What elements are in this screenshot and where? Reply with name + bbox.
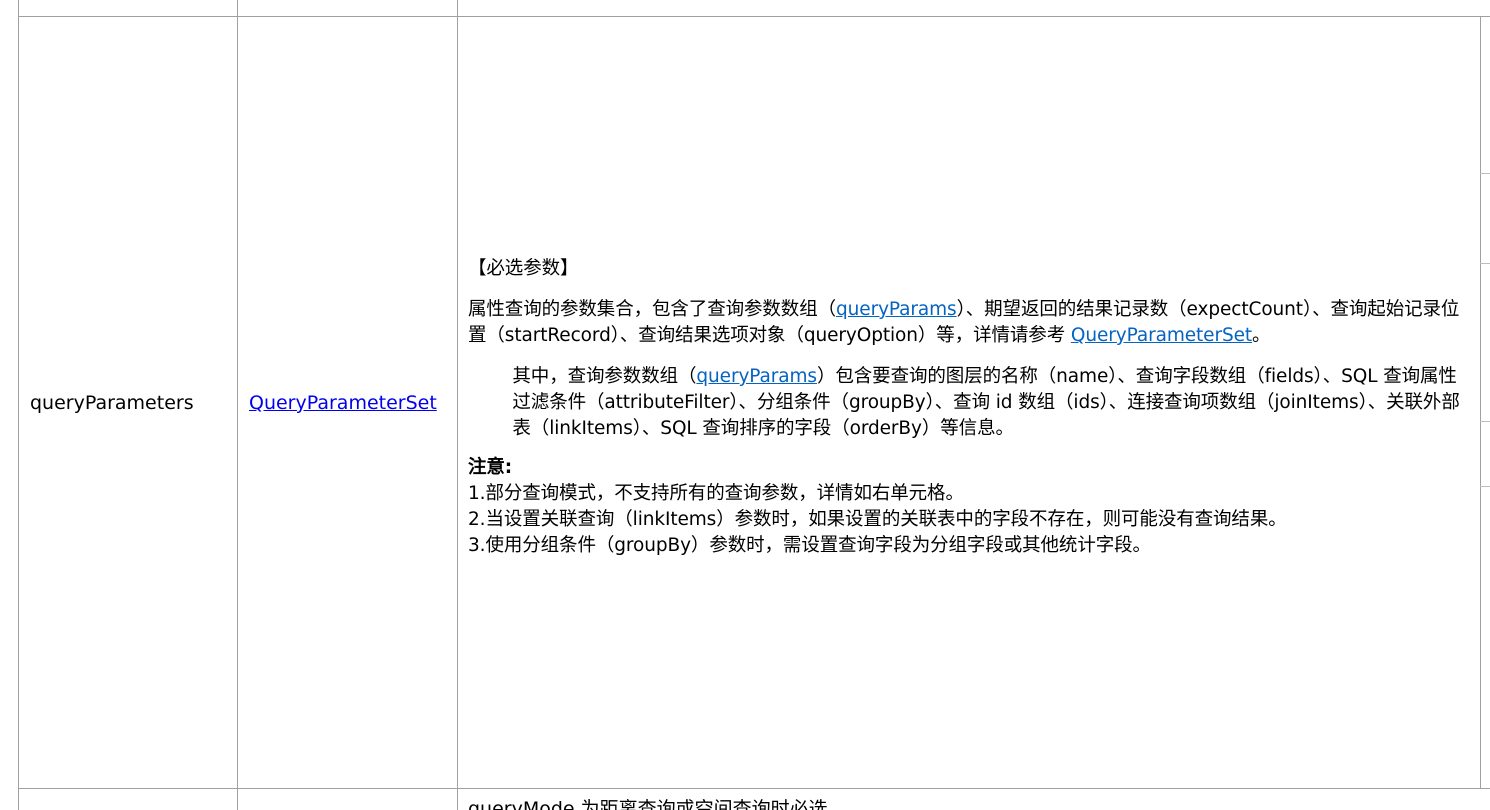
description-paragraph-2: 其中，查询参数数组（queryParams）包含要查询的图层的名称（name）、…: [468, 364, 1473, 442]
table-border-left: [18, 0, 19, 810]
next-row-description: queryMode 为距离查询或空间查询时必选: [468, 798, 828, 810]
query-params-link[interactable]: queryParams: [696, 366, 817, 387]
query-params-link[interactable]: queryParams: [836, 299, 957, 320]
adjacent-column-rule: [1480, 421, 1490, 422]
required-tag: 【必选参数】: [468, 258, 579, 279]
document-page: queryParameters QueryParameterSet 【必选参数】…: [0, 0, 1490, 810]
query-parameter-set-link[interactable]: QueryParameterSet: [1071, 325, 1252, 346]
table-border-top: [18, 16, 1490, 17]
column-divider-2: [457, 0, 458, 810]
param-name-cell: queryParameters: [30, 392, 194, 414]
text-run: 其中，查询参数数组（: [512, 366, 697, 387]
text-run: 属性查询的参数集合，包含了查询参数数组（: [468, 299, 837, 320]
adjacent-column-rule: [1480, 263, 1490, 264]
adjacent-column-rule: [1480, 173, 1490, 174]
param-description-cell: 【必选参数】 属性查询的参数集合，包含了查询参数数组（queryParams）、…: [468, 256, 1473, 559]
param-type-link[interactable]: QueryParameterSet: [249, 390, 437, 416]
note-item: 1.部分查询模式，不支持所有的查询参数，详情如右单元格。: [468, 483, 964, 504]
table-row-divider: [18, 788, 1490, 789]
note-title: 注意:: [468, 457, 513, 478]
column-divider-1: [237, 0, 238, 810]
description-paragraph-1: 属性查询的参数集合，包含了查询参数数组（queryParams）、期望返回的结果…: [468, 297, 1473, 349]
text-run: 。: [1252, 325, 1271, 346]
column-divider-3: [1480, 16, 1481, 788]
note-item: 2.当设置关联查询（linkItems）参数时，如果设置的关联表中的字段不存在，…: [468, 509, 1287, 530]
adjacent-column-rule: [1480, 486, 1490, 487]
note-item: 3.使用分组条件（groupBy）参数时，需设置查询字段为分组字段或其他统计字段…: [468, 535, 1151, 556]
